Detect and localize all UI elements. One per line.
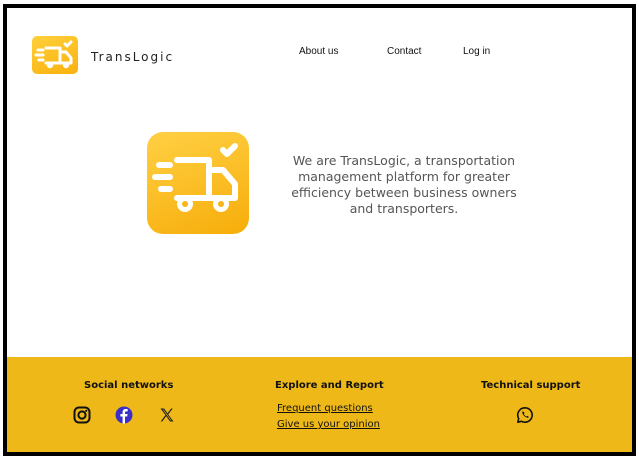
- frequent-questions-link[interactable]: Frequent questions: [277, 403, 373, 414]
- footer: Social networks Explore and Report Techn…: [7, 357, 632, 452]
- instagram-icon[interactable]: [73, 406, 91, 424]
- give-opinion-link[interactable]: Give us your opinion: [277, 419, 380, 430]
- page-frame: TransLogic About us Contact Log in We ar…: [3, 4, 636, 456]
- hero-description: We are TransLogic, a transportation mana…: [291, 153, 517, 216]
- nav-contact[interactable]: Contact: [387, 46, 421, 57]
- explore-report-heading: Explore and Report: [275, 380, 384, 391]
- facebook-icon[interactable]: [115, 406, 133, 424]
- social-networks-heading: Social networks: [84, 380, 174, 391]
- nav-log-in[interactable]: Log in: [463, 46, 490, 57]
- nav-about-us[interactable]: About us: [299, 46, 338, 57]
- truck-icon: [152, 143, 238, 212]
- header: TransLogic About us Contact Log in: [7, 8, 632, 98]
- whatsapp-icon[interactable]: [516, 406, 534, 424]
- truck-logo-icon: [34, 40, 73, 69]
- logo[interactable]: [32, 36, 78, 74]
- x-icon[interactable]: [158, 406, 176, 424]
- technical-support-heading: Technical support: [481, 380, 581, 391]
- brand-name: TransLogic: [91, 50, 175, 64]
- hero-truck-logo: [147, 132, 249, 234]
